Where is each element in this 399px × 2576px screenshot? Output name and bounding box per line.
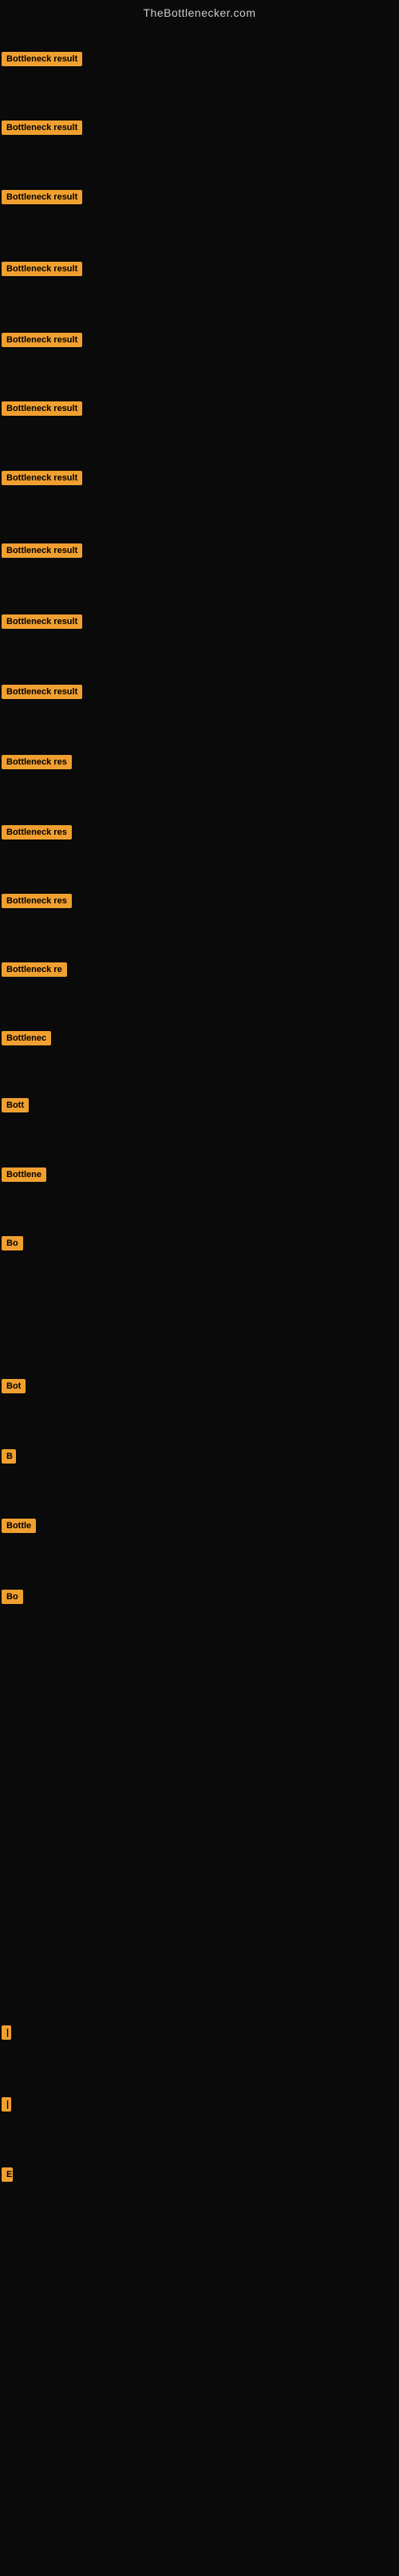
badge-row: Bo [0, 1236, 399, 1268]
badge-row: Bottle [0, 1519, 399, 1551]
badge-row: Bottleneck result [0, 401, 399, 433]
badge-row: Bottleneck re [0, 962, 399, 994]
bottleneck-result-badge[interactable]: Bottleneck re [2, 962, 67, 977]
badge-row: Bottleneck result [0, 190, 399, 222]
bottleneck-result-badge[interactable]: Bottleneck result [2, 190, 82, 204]
bottleneck-result-badge[interactable]: Bottleneck res [2, 825, 72, 840]
site-title: TheBottlenecker.com [0, 0, 399, 22]
badge-row: | [0, 2097, 399, 2129]
badge-row: Bottleneck result [0, 543, 399, 575]
badge-row: Bo [0, 1590, 399, 1622]
bottleneck-result-badge[interactable]: Bo [2, 1236, 23, 1250]
badge-row: E [0, 2167, 399, 2199]
bottleneck-result-badge[interactable]: Bottleneck result [2, 685, 82, 699]
badge-row: Bottlene [0, 1167, 399, 1199]
bottleneck-result-badge[interactable]: Bottleneck result [2, 543, 82, 558]
bottleneck-result-badge[interactable]: Bottleneck result [2, 121, 82, 135]
badge-row: Bottleneck result [0, 685, 399, 717]
bottleneck-result-badge[interactable]: Bottleneck result [2, 52, 82, 66]
bottleneck-result-badge[interactable]: | [2, 2097, 11, 2112]
badge-row: Bottlenec [0, 1031, 399, 1063]
badge-row: B [0, 1449, 399, 1481]
badge-row: Bottleneck result [0, 121, 399, 152]
badge-row: Bottleneck res [0, 825, 399, 857]
badge-row: Bottleneck result [0, 52, 399, 84]
badge-row: Bottleneck res [0, 894, 399, 926]
badge-row: Bottleneck result [0, 262, 399, 294]
badge-row: Bot [0, 1379, 399, 1411]
bottleneck-result-badge[interactable]: Bot [2, 1379, 26, 1393]
badge-row: | [0, 2025, 399, 2057]
badge-row: Bottleneck result [0, 614, 399, 646]
bottleneck-result-badge[interactable]: Bottleneck result [2, 333, 82, 347]
bottleneck-result-badge[interactable]: E [2, 2167, 13, 2182]
bottleneck-result-badge[interactable]: Bottleneck res [2, 894, 72, 908]
badge-row: Bott [0, 1098, 399, 1130]
bottleneck-result-badge[interactable]: | [2, 2025, 11, 2040]
bottleneck-result-badge[interactable]: Bottleneck result [2, 401, 82, 416]
bottleneck-result-badge[interactable]: Bottleneck result [2, 471, 82, 485]
bottleneck-result-badge[interactable]: Bottlene [2, 1167, 46, 1182]
bottleneck-result-badge[interactable]: Bottleneck result [2, 262, 82, 276]
badge-row: Bottleneck res [0, 755, 399, 787]
bottleneck-result-badge[interactable]: Bottle [2, 1519, 36, 1533]
bottleneck-result-badge[interactable]: Bott [2, 1098, 29, 1112]
bottleneck-result-badge[interactable]: B [2, 1449, 16, 1464]
badge-row: Bottleneck result [0, 333, 399, 365]
bottleneck-result-badge[interactable]: Bottleneck result [2, 614, 82, 629]
bottleneck-result-badge[interactable]: Bottleneck res [2, 755, 72, 769]
bottleneck-result-badge[interactable]: Bo [2, 1590, 23, 1604]
badge-row: Bottleneck result [0, 471, 399, 503]
bottleneck-result-badge[interactable]: Bottlenec [2, 1031, 51, 1045]
